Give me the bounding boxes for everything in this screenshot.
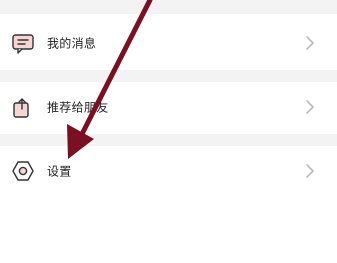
- message-icon: [10, 30, 36, 56]
- chevron-right-icon: [305, 99, 315, 115]
- share-icon: [10, 94, 36, 120]
- chevron-right-icon: [305, 163, 315, 179]
- settings-screen: 我的消息 推荐给朋友 设置: [0, 0, 337, 263]
- chevron-right-icon: [305, 35, 315, 51]
- menu-item-label: 设置: [47, 164, 72, 179]
- section-separator: [0, 70, 337, 82]
- menu-item-messages[interactable]: 我的消息: [0, 18, 337, 68]
- menu-item-label: 推荐给朋友: [47, 100, 109, 115]
- settings-icon: [10, 158, 36, 184]
- menu-item-recommend[interactable]: 推荐给朋友: [0, 82, 337, 132]
- section-separator: [0, 134, 337, 146]
- section-separator: [0, 0, 337, 14]
- menu-item-settings[interactable]: 设置: [0, 146, 337, 196]
- menu-item-label: 我的消息: [47, 36, 97, 51]
